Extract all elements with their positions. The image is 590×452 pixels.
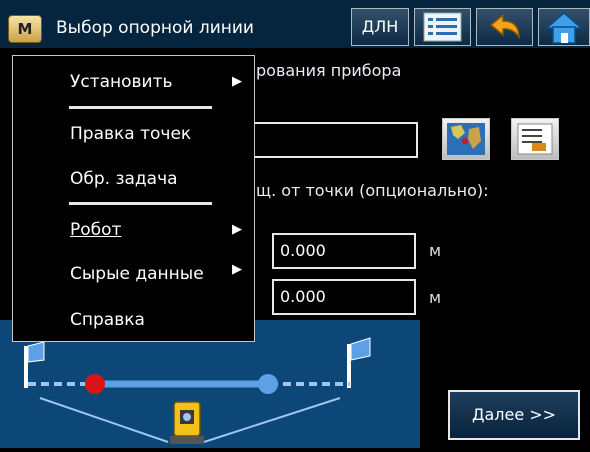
menu-item-resection[interactable]: Обр. задача [70,169,178,189]
menu-item-setup[interactable]: Установить [70,72,173,92]
main-menu-button[interactable]: M [8,15,42,43]
left-flag-icon [24,341,45,388]
next-button[interactable]: Далее >> [448,390,580,440]
sight-line-right [203,397,341,443]
menu-separator [69,202,212,205]
unit-label-2: м [429,288,442,307]
menu-separator [69,106,212,109]
partial-label-instrument-height: рования прибора [256,61,402,80]
point-list-button[interactable] [511,118,559,160]
right-flag-icon [347,337,371,388]
menu-item-raw-data[interactable]: Сырые данные [70,264,204,284]
unit-label-1: м [429,241,442,260]
list-button[interactable] [414,8,471,46]
submenu-arrow-icon: ▶ [232,262,242,277]
menu-item-robot[interactable]: Робот [70,220,121,240]
page-title: Выбор опорной линии [56,18,254,38]
list-icon [423,12,462,42]
map-icon [447,123,485,155]
menu-item-edit-points[interactable]: Правка точек [70,124,191,144]
back-arrow-icon [489,13,520,40]
back-button[interactable] [476,8,533,46]
dln-button[interactable]: ДЛН [351,8,409,46]
popup-menu: Установить ▶ Правка точек Обр. задача Ро… [12,55,255,342]
partial-label-offset-optional: щ. от точки (опционально): [256,181,489,200]
submenu-arrow-icon: ▶ [232,74,242,89]
end-point-marker [258,374,278,394]
offset-input-2[interactable]: 0.000 [272,279,416,315]
map-picker-button[interactable] [442,118,490,160]
offset-input-1[interactable]: 0.000 [272,233,416,269]
sight-line-left [39,397,169,443]
submenu-arrow-icon: ▶ [232,222,242,237]
menu-item-help[interactable]: Справка [70,310,145,330]
start-point-marker [85,374,105,394]
home-button[interactable] [538,8,590,46]
home-icon [545,11,583,44]
point-name-input[interactable] [253,122,418,158]
total-station-icon [170,401,204,444]
point-list-icon [517,123,553,155]
title-bar: M Выбор опорной линии ДЛН [0,0,590,48]
